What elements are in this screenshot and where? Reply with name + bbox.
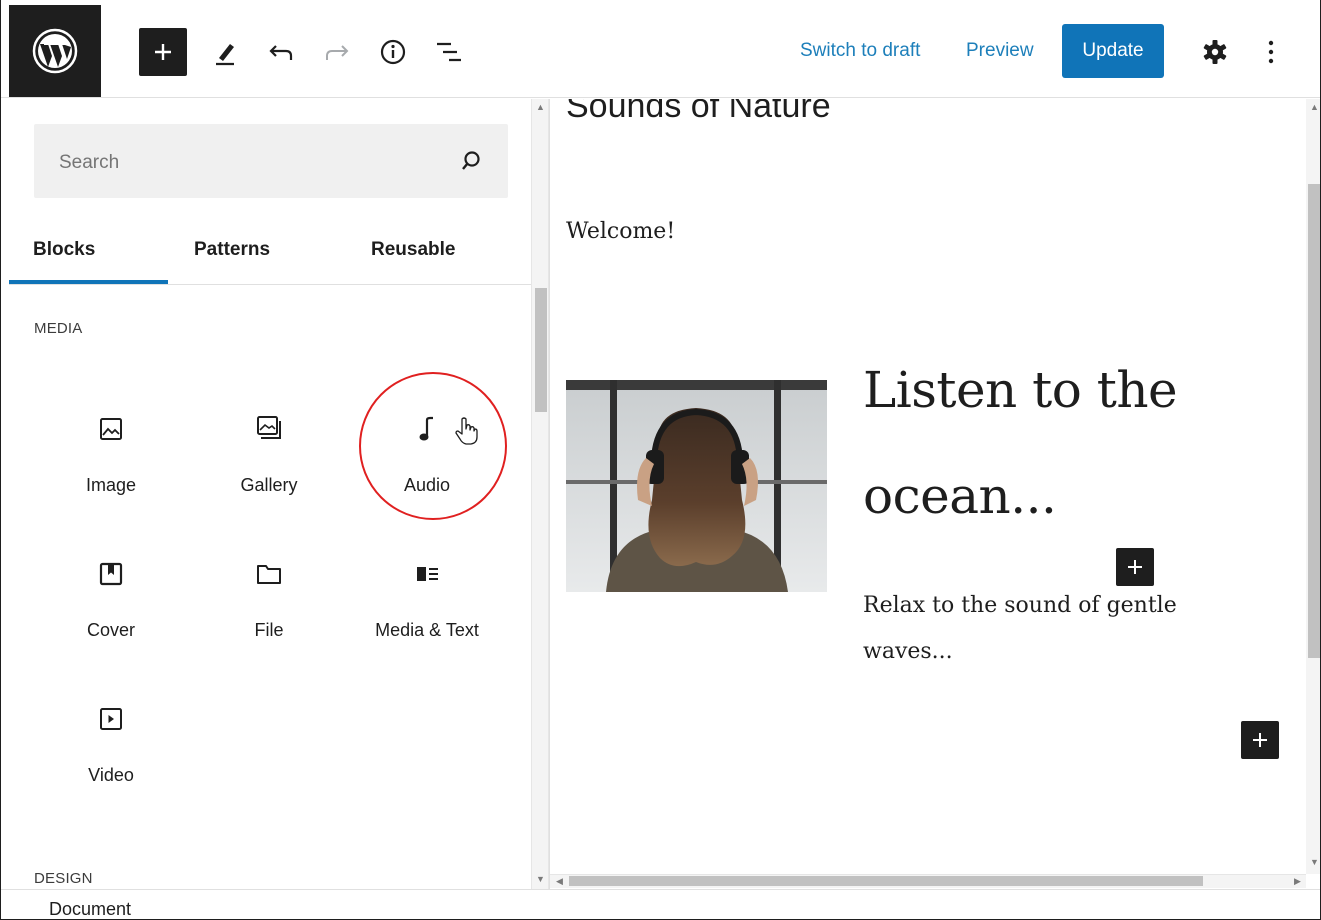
canvas-vertical-scrollbar-thumb[interactable]	[1308, 184, 1320, 658]
block-label: Video	[88, 765, 134, 785]
active-tab-indicator	[9, 280, 168, 284]
redo-button[interactable]	[315, 30, 359, 74]
canvas-scroll-up-arrow[interactable]: ▲	[1310, 102, 1319, 112]
redo-icon	[326, 45, 349, 60]
tab-reusable[interactable]: Reusable	[371, 239, 455, 261]
section-heading-design: DESIGN	[34, 870, 93, 887]
inserter-tabs: Blocks Patterns Reusable	[9, 223, 531, 285]
search-icon	[462, 151, 480, 170]
sidebar-scrollbar[interactable]	[531, 99, 549, 889]
plus-icon	[1253, 733, 1267, 747]
inline-add-block-button[interactable]	[1116, 548, 1154, 586]
paragraph-welcome[interactable]: Welcome!	[566, 219, 675, 244]
scroll-down-arrow[interactable]: ▼	[536, 874, 545, 884]
status-footer: Document	[1, 889, 1320, 919]
undo-icon	[269, 45, 293, 60]
media-image[interactable]	[566, 380, 827, 592]
media-text-icon	[417, 567, 438, 581]
wordpress-logo[interactable]	[9, 5, 101, 97]
update-button[interactable]: Update	[1062, 24, 1164, 78]
block-search-field[interactable]: Search	[34, 124, 508, 198]
canvas-horizontal-scrollbar-thumb[interactable]	[569, 876, 1203, 886]
breadcrumb-document[interactable]: Document	[49, 899, 131, 919]
search-placeholder: Search	[59, 152, 120, 173]
tab-blocks[interactable]: Blocks	[33, 239, 95, 261]
image-icon	[100, 418, 122, 440]
block-cover[interactable]: Cover	[41, 542, 181, 652]
tools-button[interactable]	[204, 30, 248, 74]
pointer-hand-icon	[455, 417, 478, 445]
undo-button[interactable]	[259, 30, 303, 74]
gallery-icon	[257, 416, 281, 439]
cover-icon	[99, 562, 123, 586]
editor-window: Switch to draft Preview Update Search Bl…	[0, 0, 1321, 920]
paragraph-line-2[interactable]: waves...	[863, 639, 953, 664]
details-button[interactable]	[371, 30, 415, 74]
wordpress-icon	[32, 28, 78, 74]
block-label: Gallery	[240, 475, 298, 495]
list-view-button[interactable]	[427, 30, 471, 74]
highlight-circle	[359, 372, 507, 520]
block-label: Cover	[86, 620, 135, 640]
block-label: File	[254, 620, 284, 640]
block-image[interactable]: Image	[41, 397, 181, 507]
sidebar-scrollbar-thumb[interactable]	[535, 288, 547, 412]
post-title[interactable]: Sounds of Nature	[566, 99, 831, 126]
preview-button[interactable]: Preview	[966, 40, 1034, 62]
editor-canvas: Sounds of Nature Welcome! Listen to the …	[550, 99, 1306, 874]
block-label: Media & Text	[375, 620, 479, 640]
block-video[interactable]: Video	[41, 687, 181, 797]
top-toolbar: Switch to draft Preview Update	[1, 0, 1320, 98]
video-icon	[100, 708, 122, 730]
section-heading-media: MEDIA	[34, 320, 83, 337]
gear-icon	[1203, 40, 1227, 64]
block-label: Image	[85, 475, 137, 495]
paragraph-line-1[interactable]: Relax to the sound of gentle	[863, 593, 1177, 618]
info-icon	[380, 39, 406, 65]
plus-icon	[155, 44, 171, 60]
headphones-photo	[566, 380, 827, 592]
folder-icon	[257, 565, 281, 584]
tab-patterns[interactable]: Patterns	[194, 239, 270, 261]
settings-button[interactable]	[1193, 30, 1237, 74]
block-media-text[interactable]: Media & Text	[357, 542, 497, 652]
heading-line-2[interactable]: ocean...	[863, 467, 1057, 525]
append-block-button[interactable]	[1241, 721, 1279, 759]
canvas-scroll-down-arrow[interactable]: ▼	[1310, 857, 1319, 867]
canvas-scroll-left-arrow[interactable]: ◀	[556, 876, 563, 887]
options-menu-button[interactable]	[1249, 30, 1293, 74]
plus-icon	[1128, 560, 1142, 574]
canvas-scroll-right-arrow[interactable]: ▶	[1294, 876, 1301, 887]
heading-line-1[interactable]: Listen to the	[863, 361, 1178, 419]
pencil-icon	[216, 44, 234, 66]
block-file[interactable]: File	[199, 542, 339, 652]
scroll-up-arrow[interactable]: ▲	[536, 102, 545, 112]
add-block-button[interactable]	[139, 28, 187, 76]
more-vertical-icon	[1268, 40, 1274, 64]
block-gallery[interactable]: Gallery	[199, 397, 339, 507]
list-view-icon	[437, 42, 461, 62]
switch-to-draft-button[interactable]: Switch to draft	[800, 40, 920, 62]
